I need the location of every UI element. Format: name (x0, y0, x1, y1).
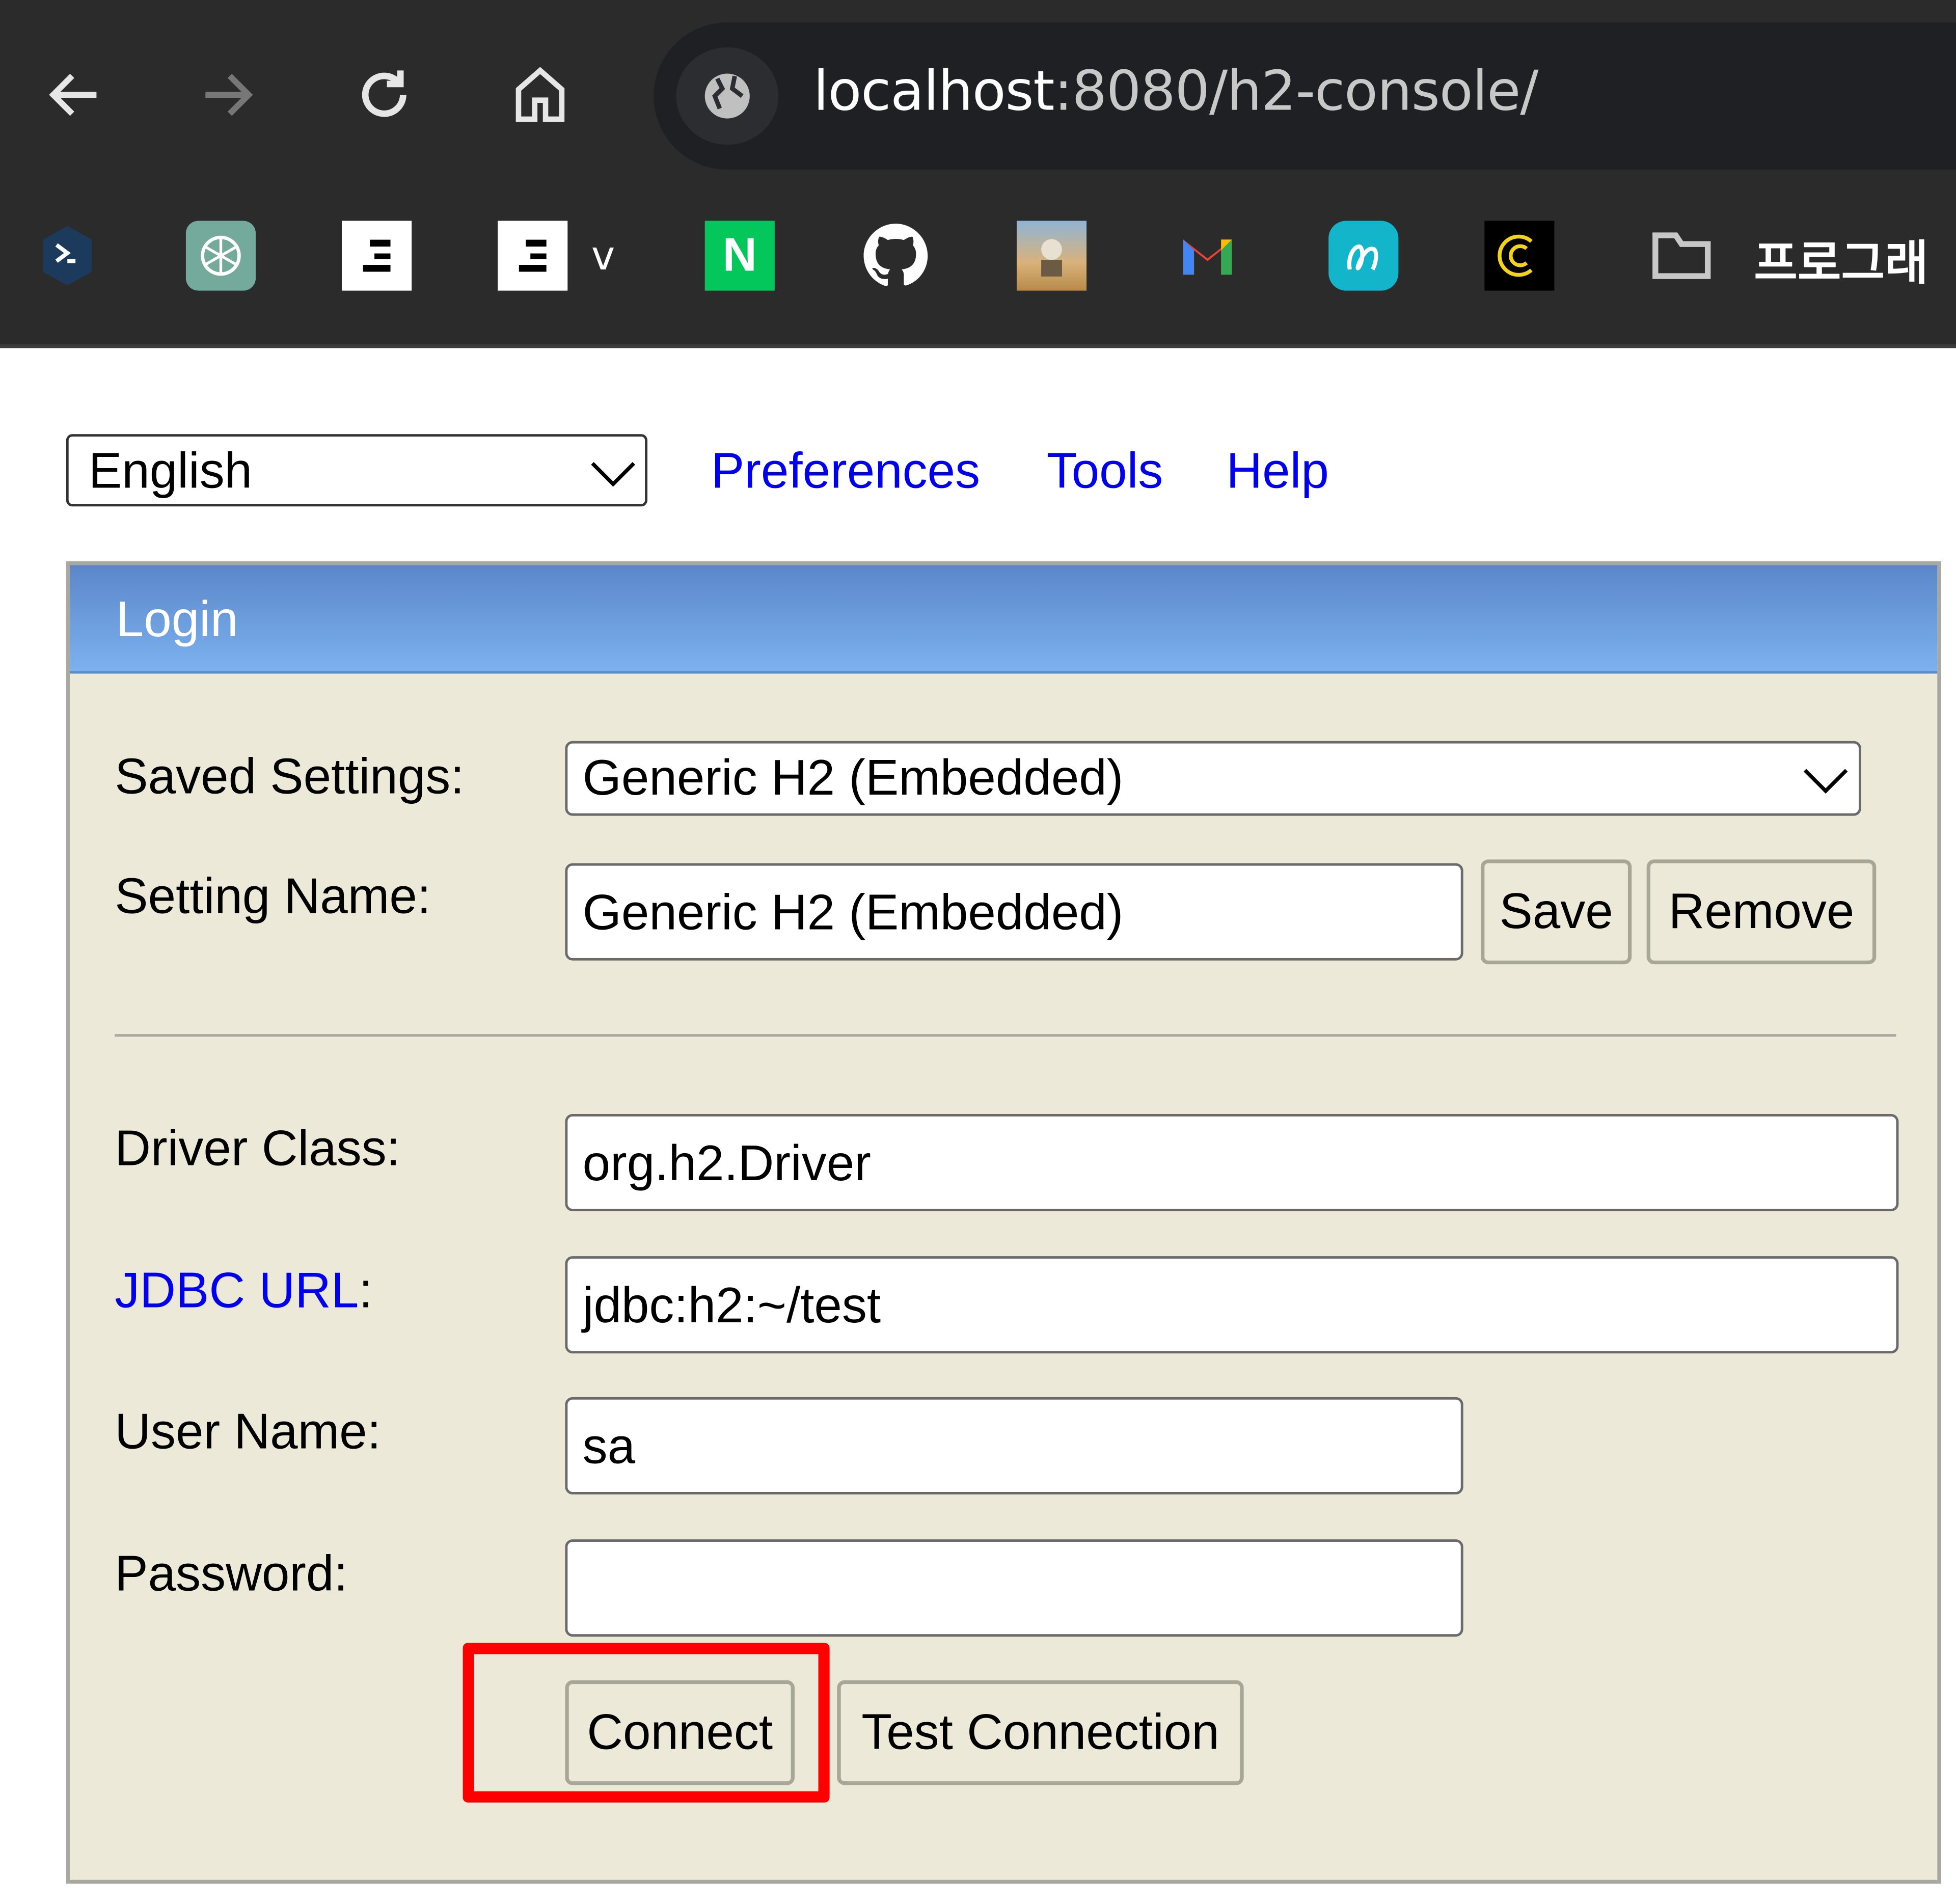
divider (115, 1034, 1896, 1037)
folder-icon (1652, 232, 1711, 279)
login-title: Login (116, 592, 238, 648)
swirl-icon (1347, 244, 1378, 270)
gmail-icon (1183, 239, 1232, 275)
setting-name-value: Generic H2 (Embedded) (582, 885, 1124, 941)
forward-arrow-icon (205, 73, 253, 116)
naver-bookmark[interactable]: N (704, 221, 775, 291)
url-text[interactable]: localhost:8080/h2-console/ (813, 60, 1539, 124)
notion-bookmark-1[interactable] (342, 221, 412, 291)
connect-button[interactable]: Connect (565, 1680, 795, 1785)
c-logo-icon (1498, 234, 1533, 277)
saved-settings-value: Generic H2 (Embedded) (582, 751, 1124, 806)
back-arrow-icon (49, 73, 97, 116)
screen: localhost:8080/h2-console/ v N 프로그래 Engl… (0, 0, 1956, 1903)
gmail-bookmark[interactable] (1173, 221, 1242, 290)
driver-class-label: Driver Class: (115, 1121, 400, 1177)
saved-settings-select[interactable]: Generic H2 (Embedded) (565, 741, 1861, 816)
openai-icon (201, 235, 241, 276)
url-path: :8080/h2-console/ (1054, 60, 1538, 124)
driver-class-input[interactable]: org.h2.Driver (565, 1113, 1899, 1211)
driver-class-value: org.h2.Driver (582, 1136, 871, 1191)
login-panel: Login Saved Settings: Generic H2 (Embedd… (66, 561, 1941, 1884)
reload-icon (362, 70, 406, 117)
bookmark-folder-label[interactable]: 프로그래 (1754, 225, 1928, 293)
test-connection-button[interactable]: Test Connection (837, 1680, 1244, 1785)
language-select[interactable]: English (66, 434, 648, 507)
jdbc-url-colon: : (359, 1263, 373, 1319)
globe-icon (704, 73, 750, 119)
password-input[interactable] (565, 1539, 1463, 1637)
remove-button[interactable]: Remove (1646, 859, 1877, 965)
tools-link[interactable]: Tools (1047, 444, 1163, 500)
notion-icon (519, 239, 547, 272)
chevron-down-icon (1803, 749, 1848, 794)
user-name-value: sa (582, 1419, 636, 1475)
chatgpt-bookmark[interactable] (185, 221, 256, 291)
jdbc-url-input[interactable]: jdbc:h2:~/test (565, 1256, 1899, 1354)
photo-icon (1041, 239, 1062, 277)
preferences-link[interactable]: Preferences (711, 444, 980, 500)
bookmark-folder[interactable] (1647, 221, 1717, 290)
notion-icon (363, 239, 391, 272)
image-bookmark[interactable] (1016, 221, 1087, 291)
saved-settings-label: Saved Settings: (115, 749, 465, 805)
back-button[interactable] (37, 58, 112, 132)
setting-name-input[interactable]: Generic H2 (Embedded) (565, 863, 1463, 961)
site-info-button[interactable] (676, 47, 779, 145)
user-name-label: User Name: (115, 1404, 381, 1460)
notion-bookmark-2[interactable] (498, 221, 568, 291)
login-header: Login (70, 565, 1938, 674)
chevron-down-icon (591, 442, 635, 487)
github-icon (863, 224, 928, 286)
bookmark-label: v (591, 232, 615, 280)
naver-icon: N (722, 229, 757, 282)
setting-name-label: Setting Name: (115, 869, 431, 924)
browser-toolbar: localhost:8080/h2-console/ v N 프로그래 (0, 0, 1956, 348)
remote-desktop-bookmark[interactable] (33, 221, 102, 290)
language-value: English (88, 444, 253, 499)
swirl-bookmark[interactable] (1328, 221, 1399, 291)
github-bookmark[interactable] (861, 221, 931, 290)
forward-button[interactable] (189, 58, 264, 132)
jdbc-url-value: jdbc:h2:~/test (582, 1279, 881, 1334)
home-button[interactable] (503, 58, 578, 132)
home-icon (515, 67, 565, 122)
reload-button[interactable] (347, 58, 422, 132)
help-link[interactable]: Help (1226, 444, 1328, 500)
jdbc-url-label: JDBC URL: (115, 1264, 372, 1320)
save-button[interactable]: Save (1480, 859, 1632, 965)
arrows-icon (43, 226, 92, 286)
user-name-input[interactable]: sa (565, 1397, 1463, 1494)
c-bookmark[interactable] (1484, 221, 1555, 291)
password-label: Password: (115, 1546, 348, 1602)
url-host: localhost (813, 60, 1055, 124)
jdbc-url-link[interactable]: JDBC URL (115, 1264, 359, 1319)
